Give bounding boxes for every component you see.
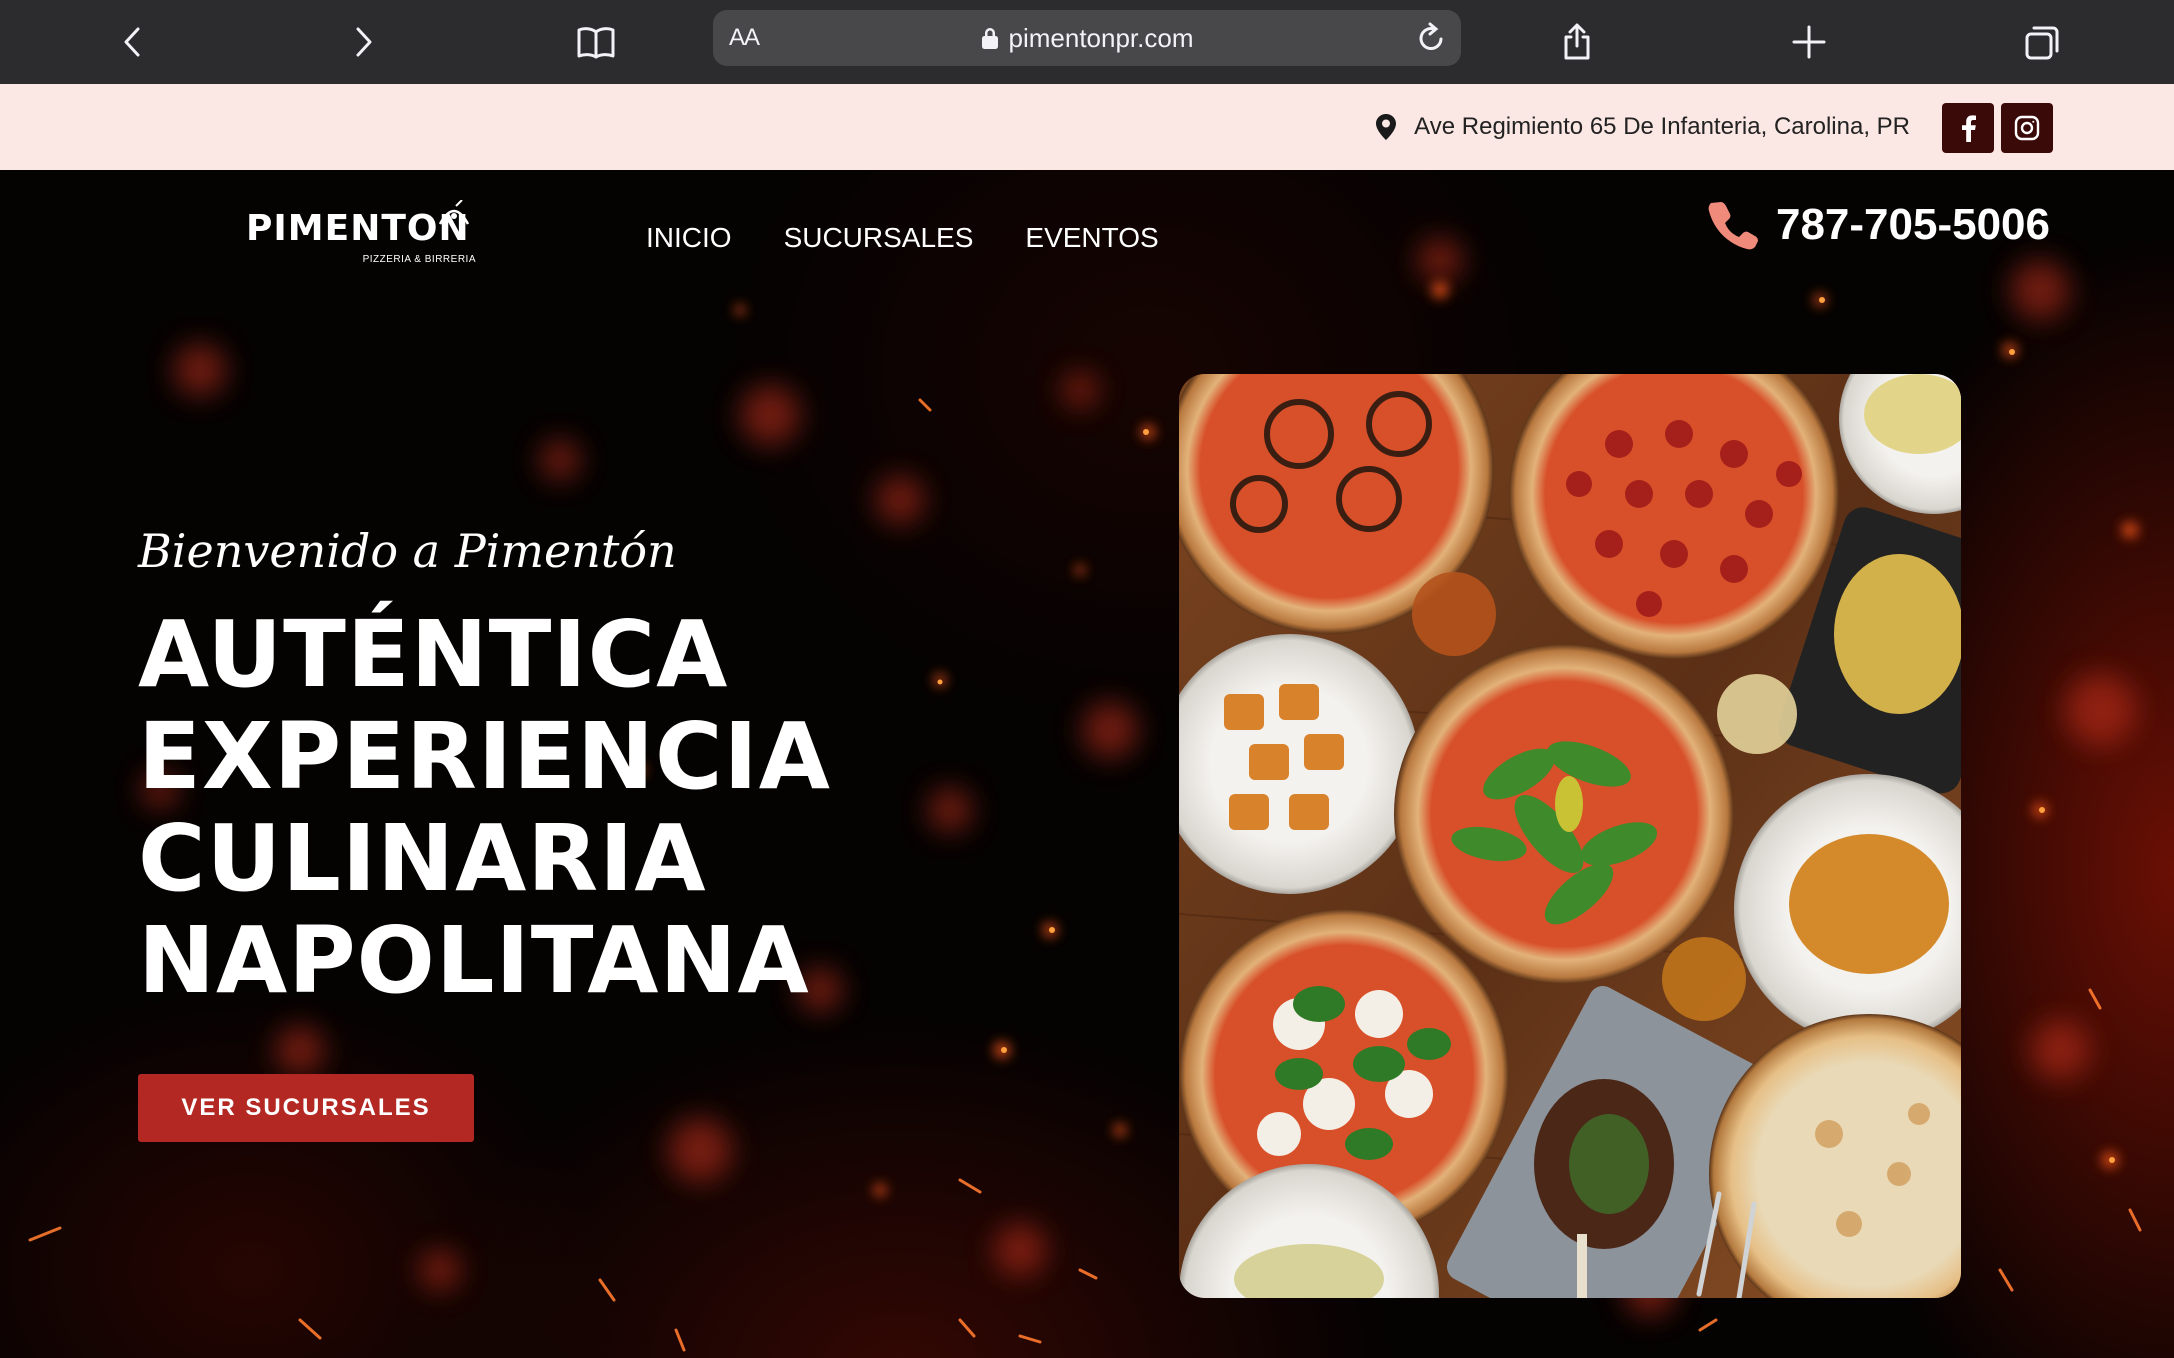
back-icon [124,27,140,57]
headline-line-1: AUTÉNTICA [138,601,729,708]
nav-sucursales[interactable]: SUCURSALES [784,222,974,254]
book-icon [577,27,615,59]
phone-icon [1708,200,1758,250]
facebook-link[interactable] [1942,103,1994,153]
reload-icon [1419,22,1443,51]
logo-subtitle: PIZZERIA & BIRRERIA [362,254,476,265]
hero-tagline: Bienvenido a Pimentón [138,524,677,578]
main-nav: INICIO SUCURSALES EVENTOS [646,222,1159,254]
hero-section: PIMENTON PIZZERIA & BIRRERIA INICIO SUCU… [0,170,2174,1358]
browser-toolbar: AA pimentonpr.com [0,0,2174,84]
headline-line-2: EXPERIENCIA [138,703,831,810]
location-pin-icon [1376,114,1397,140]
share-button[interactable] [1549,14,1605,70]
hero-headline: AUTÉNTICA EXPERIENCIA CULINARIA NAPOLITA… [138,604,831,1012]
headline-line-4: NAPOLITANA [138,907,810,1014]
nav-inicio[interactable]: INICIO [646,222,732,254]
reader-button[interactable]: AA [729,24,760,52]
tabs-icon [2025,26,2059,60]
reload-button[interactable] [1411,18,1451,58]
instagram-link[interactable] [2001,103,2053,153]
forward-button[interactable] [335,14,391,70]
back-button[interactable] [105,14,161,70]
lock-icon [981,26,999,50]
facebook-icon [1962,115,1976,142]
forward-icon [356,27,372,57]
nav-eventos[interactable]: EVENTOS [1025,222,1158,254]
bookmarks-button[interactable] [568,14,624,70]
headline-line-3: CULINARIA [138,805,707,912]
phone-link[interactable]: 787-705-5006 [1708,200,2050,250]
ver-sucursales-button[interactable]: VER SUCURSALES [138,1074,474,1142]
plus-icon [1792,25,1826,59]
hero-food-photo [1179,374,1961,1298]
address-text: Ave Regimiento 65 De Infanteria, Carolin… [1414,113,1910,140]
url-text: pimentonpr.com [1008,22,1194,53]
address-block: Ave Regimiento 65 De Infanteria, Carolin… [1376,84,1910,170]
pizza-oven-logo-icon [438,200,470,225]
new-tab-button[interactable] [1781,14,1837,70]
instagram-icon [2014,115,2040,141]
info-strip: Ave Regimiento 65 De Infanteria, Carolin… [0,84,2174,170]
site-logo[interactable]: PIMENTON PIZZERIA & BIRRERIA [246,200,478,274]
phone-number: 787-705-5006 [1775,200,2050,249]
address-bar[interactable]: AA pimentonpr.com [713,10,1461,66]
share-icon [1564,23,1590,60]
tabs-button[interactable] [2014,14,2070,70]
